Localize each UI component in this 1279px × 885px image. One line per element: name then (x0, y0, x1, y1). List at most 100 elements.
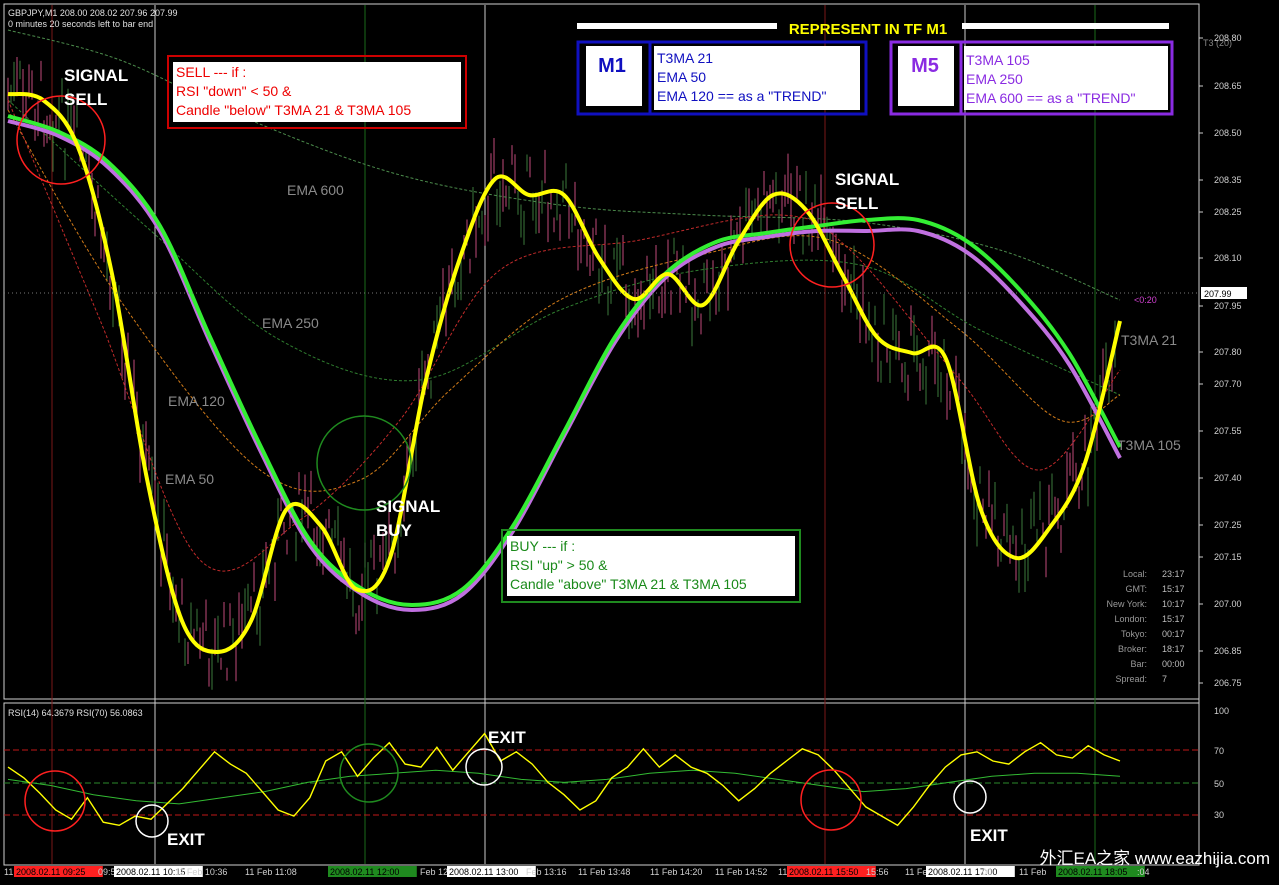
info-label: Local: (1123, 569, 1147, 579)
ema-120-label: EMA 120 (168, 393, 225, 409)
info-label: Tokyo: (1121, 629, 1147, 639)
represent-title: REPRESENT IN TF M1 (789, 21, 947, 38)
rsi-axis: 1007050300 (1214, 706, 1229, 867)
price-tick-label: 207.15 (1214, 552, 1242, 562)
m5-line-1: T3MA 105 (966, 52, 1030, 68)
time-tick-label: 11 Feb 13:48 (578, 867, 630, 877)
time-tick-label: 11 (778, 867, 787, 877)
exit-label-1: EXIT (167, 830, 205, 849)
m1-line-3: EMA 120 == as a "TREND" (657, 88, 826, 104)
time-tick-label: 2008.02.11 09:25 (16, 867, 85, 877)
signal-buy-line-2: BUY (376, 521, 413, 540)
time-tick-label: 11 Feb 11:08 (245, 867, 297, 877)
t3ma-21-label: T3MA 21 (1121, 332, 1177, 348)
time-tick-label: 2008.02.11 18:05 (1058, 867, 1127, 877)
price-tick-label: 207.40 (1214, 473, 1242, 483)
time-tick-label: 11 (4, 867, 13, 877)
rsi-tick-label: 30 (1214, 810, 1224, 820)
m5-line-2: EMA 250 (966, 71, 1023, 87)
m5-line-3: EMA 600 == as a "TREND" (966, 90, 1135, 106)
m5-box: M5 T3MA 105 EMA 250 EMA 600 == as a "TRE… (889, 40, 1174, 116)
rsi-header: RSI(14) 64.3679 RSI(70) 56.0863 (8, 708, 143, 718)
time-tick-label: 09:5 (98, 867, 116, 877)
time-tick-label: 11 Feb 14:20 (650, 867, 702, 877)
time-tick-label: 00 (982, 867, 992, 877)
price-tick-label: 207.00 (1214, 599, 1242, 609)
info-value: 00:17 (1162, 629, 1185, 639)
info-value: 23:17 (1162, 569, 1185, 579)
symbol-line: GBPJPY,M1 208.00 208.02 207.96 207.99 (8, 8, 177, 18)
info-value: 15:17 (1162, 584, 1185, 594)
price-tick-label: 207.80 (1214, 347, 1242, 357)
price-tick-label: 208.35 (1214, 175, 1242, 185)
buy-rule-line-1: BUY --- if : (510, 538, 575, 554)
price-tick-label: 207.55 (1214, 426, 1242, 436)
exit-label-2: EXIT (488, 728, 526, 747)
current-price-value: 207.99 (1204, 289, 1232, 299)
signal-sell-2-line-1: SIGNAL (835, 170, 899, 189)
t3ma-105-label: T3MA 105 (1117, 437, 1181, 453)
time-tick-label: 15:56 (866, 867, 889, 877)
info-label: New York: (1106, 599, 1147, 609)
m5-tag: M5 (911, 55, 939, 77)
time-tick-label: 11 Feb (1019, 867, 1046, 877)
buy-rule-line-2: RSI "up" > 50 & (510, 557, 608, 573)
price-tick-label: 207.95 (1214, 301, 1242, 311)
time-tick-label: 2008.02.11 13:00 (449, 867, 518, 877)
price-tick-label: 206.85 (1214, 646, 1242, 656)
signal-sell-1-line-2: SELL (64, 90, 107, 109)
info-value: 00:00 (1162, 659, 1185, 669)
signal-buy-line-1: SIGNAL (376, 497, 440, 516)
price-tick-label: 208.10 (1214, 253, 1242, 263)
time-tick-label: Feb 13:16 (526, 867, 567, 877)
chart-canvas: GBPJPY,M1 208.00 208.02 207.96 207.99 0 … (3, 3, 1270, 877)
time-axis: 11 2008.02.11 09:25 09:5 2008.02.11 10:1511… (4, 866, 1150, 877)
ema-50-label: EMA 50 (165, 471, 214, 487)
bar-timer: <0:20 (1134, 295, 1157, 305)
buy-rule-line-3: Candle "above" T3MA 21 & T3MA 105 (510, 576, 747, 592)
rsi-tick-label: 70 (1214, 746, 1224, 756)
time-tick-label: :04 (1137, 867, 1150, 877)
price-tick-label: 208.50 (1214, 128, 1242, 138)
signal-sell-1-line-1: SIGNAL (64, 66, 128, 85)
banner-bar-left (577, 23, 777, 29)
m1-line-2: EMA 50 (657, 69, 706, 85)
countdown-text: 0 minutes 20 seconds left to bar end (8, 19, 153, 29)
price-tick-label: 206.75 (1214, 678, 1242, 688)
info-label: Broker: (1118, 644, 1147, 654)
info-value: 7 (1162, 674, 1167, 684)
time-tick-label: 2008.02.11 15:50 (789, 867, 858, 877)
info-label: Bar: (1130, 659, 1147, 669)
info-value: 18:17 (1162, 644, 1185, 654)
sell-rule-box: SELL --- if : RSI "down" < 50 & Candle "… (167, 55, 467, 129)
price-tick-label: 207.70 (1214, 379, 1242, 389)
m1-tag: M1 (598, 55, 626, 77)
price-axis: 208.80 208.65 208.50 208.35 208.25 208.10 207.… (1199, 33, 1242, 688)
time-tick-label: 11 Feb 14:52 (715, 867, 767, 877)
info-label: GMT: (1126, 584, 1148, 594)
buy-rule-box: BUY --- if : RSI "up" > 50 & Candle "abo… (501, 529, 801, 603)
info-value: 15:17 (1162, 614, 1185, 624)
ema-600-label: EMA 600 (287, 182, 344, 198)
signal-sell-2-line-2: SELL (835, 194, 878, 213)
price-tick-label: 207.25 (1214, 520, 1242, 530)
m1-line-1: T3MA 21 (657, 50, 713, 66)
price-tick-label: 208.65 (1214, 81, 1242, 91)
watermark: 外汇EA之家 www.eazhijia.com (1039, 849, 1270, 868)
banner-bar-right (962, 23, 1169, 29)
info-value: 10:17 (1162, 599, 1185, 609)
price-tick-label: 208.80 (1214, 33, 1242, 43)
info-label: Spread: (1115, 674, 1147, 684)
sell-rule-line-3: Candle "below" T3MA 21 & T3MA 105 (176, 102, 411, 118)
time-tick-label: 11 Feb 10:36 (175, 867, 227, 877)
ema-250-label: EMA 250 (262, 315, 319, 331)
price-tick-label: 208.25 (1214, 207, 1242, 217)
time-tick-label: 2008.02.11 12:00 (330, 867, 399, 877)
info-label: London: (1114, 614, 1147, 624)
exit-label-3: EXIT (970, 826, 1008, 845)
rsi-tick-label: 100 (1214, 706, 1229, 716)
sell-rule-line-2: RSI "down" < 50 & (176, 83, 292, 99)
m1-box: M1 T3MA 21 EMA 50 EMA 120 == as a "TREND… (576, 40, 868, 116)
rsi-tick-label: 50 (1214, 779, 1224, 789)
sell-rule-line-1: SELL --- if : (176, 64, 246, 80)
